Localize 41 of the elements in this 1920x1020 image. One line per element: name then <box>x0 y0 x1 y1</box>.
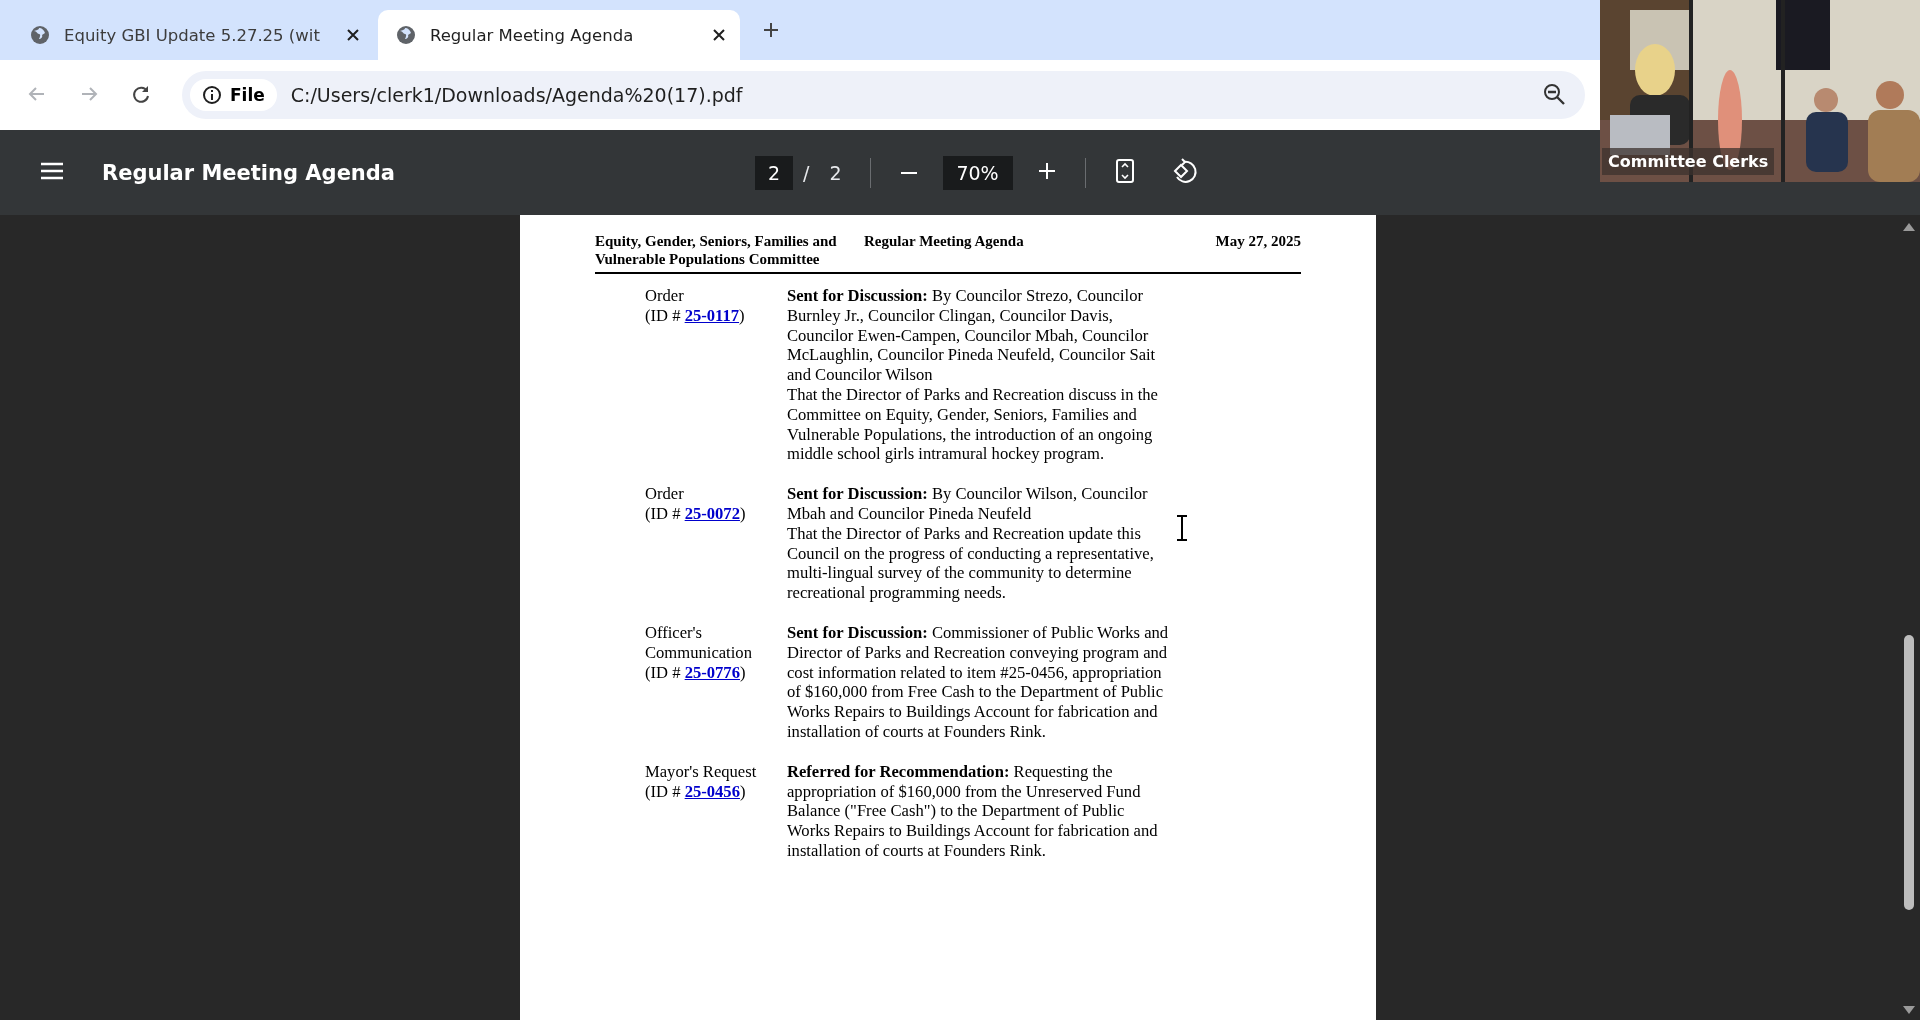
agenda-title: Regular Meeting Agenda <box>864 232 1025 250</box>
close-icon[interactable] <box>346 28 360 42</box>
zoom-out-icon[interactable] <box>1543 83 1567 107</box>
page-count: 2 <box>829 161 842 184</box>
close-icon[interactable] <box>712 28 726 42</box>
item-description: Sent for Discussion: By Councilor Wilson, Councilor Mbah and Councilor Pineda Neufeld <box>787 484 1149 524</box>
item-id-link[interactable]: 25-0456 <box>684 781 740 801</box>
menu-icon <box>40 161 64 181</box>
item-type: Order (ID # 25-0117) <box>645 286 746 327</box>
globe-icon <box>30 25 50 45</box>
zoom-field[interactable]: 70% <box>942 155 1013 190</box>
item-description: That the Director of Parks and Recreation update this Council on the progress of conducting a representative, multi-lingual survey of the community to determine recreational programming needs. <box>787 523 1155 603</box>
page-separator: / <box>803 161 810 184</box>
participant-name: Committee Clerks <box>1602 148 1775 175</box>
meeting-date: May 27, 2025 <box>1215 232 1301 250</box>
fit-page-icon <box>1113 158 1136 184</box>
item-id-link[interactable]: 25-0072 <box>684 503 740 523</box>
minus-icon <box>900 171 917 174</box>
item-type: Officer's Communication (ID # 25-0776) <box>645 622 753 684</box>
browser-tab[interactable]: Regular Meeting Agenda <box>378 10 740 60</box>
item-description: That the Director of Parks and Recreation discuss in the Committee on Equity, Gender, Seniors, Families and Vulnerable Populations, the introduction of an ongoing middle school girls intramural hockey program. <box>787 385 1159 465</box>
item-id-link[interactable]: 25-0776 <box>684 662 740 682</box>
rotate-icon <box>1171 158 1198 184</box>
item-type: Mayor's Request (ID # 25-0456) <box>645 761 758 803</box>
page-number-field[interactable]: 2 <box>755 155 793 190</box>
item-description: Referred for Recommendation: Requesting the appropriation of $160,000 from the Unreserved Fund Balance ("Free Cash") to the Department of Public Works Repairs to Buildings Account for fabrication and installation of courts at Founders Rink. <box>787 761 1159 861</box>
globe-icon <box>396 25 416 45</box>
item-description: Sent for Discussion: Commissioner of Public Works and Director of Parks and Recreation conveying program and cost information related to item #25-0456, appropriation of $160,000 from Free Cash to the Department of Public Works Repairs to Buildings Account for fabrication and installation of courts at Founders Rink. <box>787 622 1170 742</box>
item-id-link[interactable]: 25-0117 <box>684 305 740 325</box>
url-text: C:/Users/clerk1/Downloads/Agenda%20(17).pdf <box>290 84 743 106</box>
address-bar[interactable]: File C:/Users/clerk1/Downloads/Agenda%20(17).pdf <box>182 71 1585 119</box>
text-cursor-icon <box>1176 515 1188 541</box>
item-description: Sent for Discussion: By Councilor Strezo, Councilor Burnley Jr., Councilor Clingan, Councilor Davis, Councilor Ewen-Campen, Councilor Mbah, Councilor McLaughlin, Councilor Pineda Neufeld, Councilor Sait and Councilor Wilson <box>787 286 1157 385</box>
new-tab-icon[interactable] <box>762 21 780 39</box>
info-icon <box>202 85 222 105</box>
committee-name: Equity, Gender, Seniors, Families and Vulnerable Populations Committee <box>595 232 838 268</box>
site-info-chip[interactable]: File <box>190 79 277 111</box>
browser-tab[interactable]: Equity GBI Update 5.27.25 (wit <box>12 10 374 60</box>
plus-icon <box>1036 161 1057 181</box>
document-title: Regular Meeting Agenda <box>102 160 396 185</box>
item-type: Order (ID # 25-0072) <box>645 484 747 525</box>
